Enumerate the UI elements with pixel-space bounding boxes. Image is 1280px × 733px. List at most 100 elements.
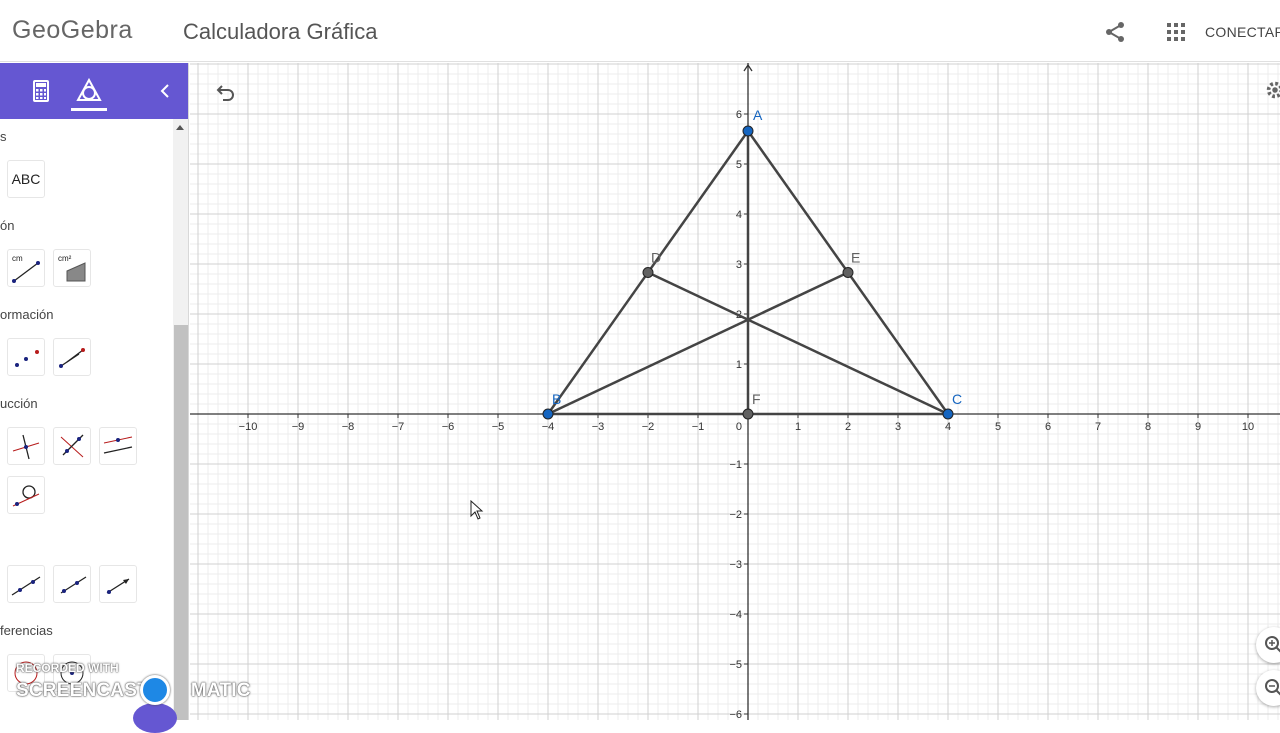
ray-icon [60,576,87,594]
tangent-tool-button[interactable] [7,476,45,514]
zoom-in-icon [1265,636,1280,653]
midpoint-tool-button[interactable] [7,427,45,465]
bisector-icon [60,434,84,458]
app-title: Calculadora Gráfica [183,19,378,44]
category-label: ferencias [0,623,53,638]
vector-tool-button[interactable] [99,565,137,603]
x-tick-label: 9 [1195,421,1201,433]
text-tool-button[interactable]: ABC [7,160,45,198]
tangent-circle-icon [12,485,40,507]
category-label: ón [0,218,15,233]
svg-text:cm²: cm² [58,254,72,263]
geogebra-logo[interactable]: GeoGebra [12,16,133,45]
chevron-left-icon[interactable] [150,75,182,107]
y-tick-label: 3 [736,259,742,271]
y-tick-label: −3 [729,559,742,571]
y-tick-label: −4 [729,609,742,621]
point-C[interactable] [942,408,954,420]
vector-icon [106,578,130,594]
geometry-tools-icon[interactable] [73,75,105,107]
perpendicular-icon [12,434,40,460]
x-tick-label: −7 [392,421,405,433]
y-tick-label: −2 [729,509,742,521]
point-D[interactable] [642,267,654,278]
x-tick-label: 2 [845,421,851,433]
active-tab-indicator [71,108,107,111]
zoom-out-icon [1265,679,1280,696]
segment-tool-button[interactable] [7,565,45,603]
y-tick-label: −6 [729,709,742,720]
area-tool-button[interactable]: cm² [53,249,91,287]
parallel-line-tool-button[interactable] [99,427,137,465]
distance-icon: cm [12,254,40,283]
connect-button[interactable]: CONECTAR [1205,24,1280,40]
x-tick-label: −5 [492,421,505,433]
settings-icon[interactable] [1264,78,1280,102]
translate-icon [59,348,85,368]
point-label-D: D [651,250,661,266]
apps-grid-icon[interactable] [1164,20,1188,44]
x-tick-label: 10 [1242,421,1254,433]
point-label-E: E [851,250,860,266]
x-tick-label: 8 [1145,421,1151,433]
zoom-in-button[interactable] [1256,627,1280,663]
category-label: s [0,129,7,144]
y-tick-label: −5 [729,659,742,671]
x-tick-label: 7 [1095,421,1101,433]
coordinate-plane[interactable]: −10−9−8−7−6−5−4−3−2−112345678910654321−1… [190,63,1280,720]
watermark-word-1: SCREENCAST [16,680,149,701]
x-tick-label: 4 [945,421,951,433]
y-tick-label: 5 [736,159,742,171]
screencast-logo-icon [140,675,170,705]
reflect-point-icon [15,350,39,367]
translate-tool-button[interactable] [53,338,91,376]
category-label: ormación [0,307,54,322]
app-header: GeoGebra Calculadora Gráfica CONECTAR [0,0,1280,62]
x-tick-label: 1 [795,421,801,433]
scrollbar-thumb[interactable] [174,325,188,720]
share-icon[interactable] [1103,20,1127,44]
y-tick-label: 6 [736,109,742,121]
reflect-tool-button[interactable] [7,338,45,376]
area-icon: cm² [58,254,86,282]
watermark-word-2: MATIC [190,680,251,701]
svg-text:cm: cm [12,254,23,263]
point-F[interactable] [742,408,754,420]
calculator-icon[interactable] [25,75,57,107]
category-label: ucción [0,396,38,411]
point-label-A: A [753,107,763,123]
perpendicular-bisector-tool-button[interactable] [53,427,91,465]
origin-label: 0 [736,421,742,433]
distance-tool-button[interactable]: cm [7,249,45,287]
scroll-up-arrow-icon[interactable] [176,125,184,130]
parallel-icon [103,436,133,454]
watermark-screencast: SCREENCAST MATIC [16,680,251,702]
tools-sidebar: s ABC ón cm cm² ormación ucción ferencia… [0,63,189,720]
point-B[interactable] [542,408,554,420]
x-tick-label: −3 [592,421,605,433]
text-tool-label: ABC [11,171,41,187]
point-A[interactable] [742,125,754,137]
point-label-F: F [752,391,761,407]
zoom-out-button[interactable] [1256,670,1280,706]
y-tick-label: 4 [736,209,742,221]
graphics-view[interactable]: −10−9−8−7−6−5−4−3−2−112345678910654321−1… [190,63,1280,720]
sidebar-tab-bar [0,63,188,119]
x-tick-label: 6 [1045,421,1051,433]
ray-tool-button[interactable] [53,565,91,603]
segment-icon [11,576,41,596]
x-tick-label: −6 [442,421,455,433]
undo-icon[interactable] [213,80,237,104]
point-E[interactable] [842,267,854,278]
watermark-recorded-with: RECORDED WITH [16,661,119,675]
x-tick-label: 3 [895,421,901,433]
y-tick-label: 1 [736,359,742,371]
x-tick-label: −9 [292,421,305,433]
point-label-C: C [952,391,962,407]
x-tick-label: −4 [542,421,555,433]
x-tick-label: 5 [995,421,1001,433]
x-tick-label: −1 [692,421,705,433]
point-label-B: B [552,391,561,407]
y-tick-label: −1 [729,459,742,471]
x-tick-label: −8 [342,421,355,433]
